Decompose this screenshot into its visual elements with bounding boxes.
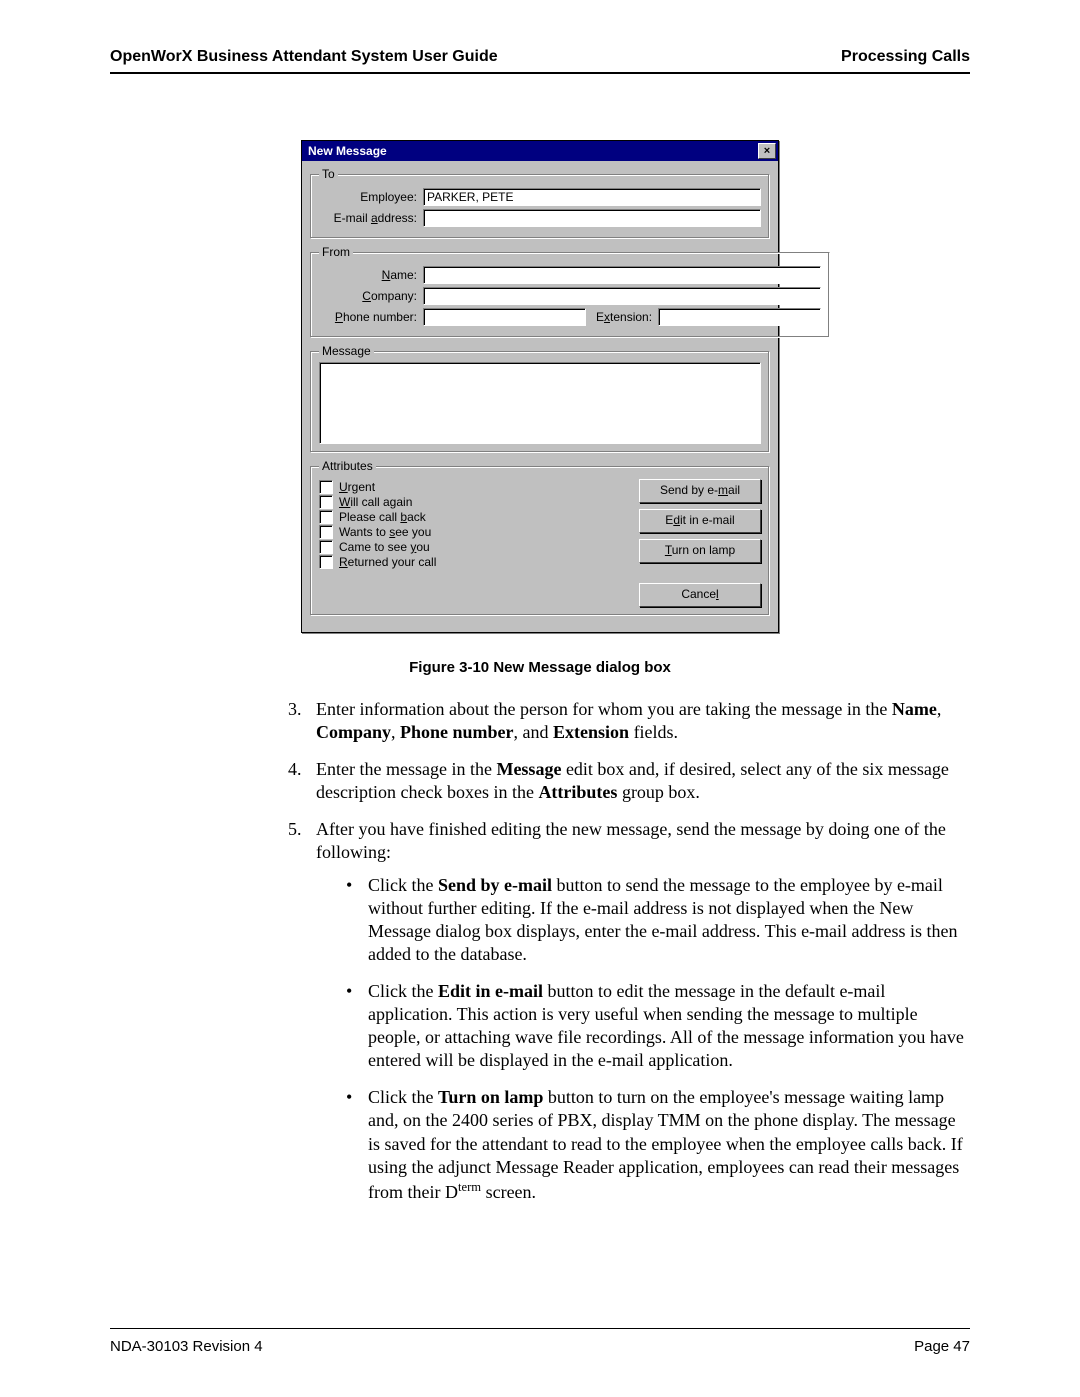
to-group: To Employee: E-mail address: — [310, 167, 770, 239]
to-legend: To — [319, 167, 338, 181]
name-field[interactable] — [423, 266, 821, 284]
urgent-label: Urgent — [339, 480, 375, 494]
email-field[interactable] — [423, 209, 761, 227]
came-see-label: Came to see you — [339, 540, 430, 554]
company-field[interactable] — [423, 287, 821, 305]
extension-label: Extension: — [586, 310, 658, 324]
wants-see-label: Wants to see you — [339, 525, 431, 539]
extension-field[interactable] — [658, 308, 821, 326]
attributes-group: Attributes Urgent Will call again Please… — [310, 459, 770, 616]
employee-field[interactable] — [423, 188, 761, 206]
phone-field[interactable] — [423, 308, 586, 326]
bullet-turn-lamp: Click the Turn on lamp button to turn on… — [344, 1086, 970, 1203]
email-label: E-mail address: — [319, 211, 423, 225]
message-textarea[interactable] — [319, 362, 761, 444]
came-see-checkbox[interactable] — [319, 540, 333, 554]
company-label: Company: — [319, 289, 423, 303]
bullet-send-email: Click the Send by e-mail button to send … — [344, 874, 970, 966]
cancel-button[interactable]: Cancel — [639, 583, 761, 607]
message-legend: Message — [319, 344, 374, 358]
wants-see-checkbox[interactable] — [319, 525, 333, 539]
will-call-label: Will call again — [339, 495, 412, 509]
titlebar: New Message × — [302, 141, 778, 161]
dialog-title: New Message — [308, 144, 387, 158]
call-back-checkbox[interactable] — [319, 510, 333, 524]
phone-label: Phone number: — [319, 310, 423, 324]
message-group: Message — [310, 344, 770, 453]
footer-left: NDA-30103 Revision 4 — [110, 1338, 263, 1355]
header-right: Processing Calls — [841, 48, 970, 66]
from-legend: From — [319, 245, 353, 259]
from-group: From Name: Company: Phone number: Extens… — [310, 245, 830, 338]
body-text: Enter information about the person for w… — [288, 698, 970, 1204]
turn-on-lamp-button[interactable]: Turn on lamp — [639, 539, 761, 563]
step-3: Enter information about the person for w… — [288, 698, 970, 744]
call-back-label: Please call back — [339, 510, 426, 524]
new-message-dialog: New Message × To Employee: E-mail addres… — [301, 140, 779, 633]
footer-right: Page 47 — [914, 1338, 970, 1355]
returned-call-checkbox[interactable] — [319, 555, 333, 569]
name-label: Name: — [319, 268, 423, 282]
edit-email-button[interactable]: Edit in e-mail — [639, 509, 761, 533]
returned-call-label: Returned your call — [339, 555, 436, 569]
step-4: Enter the message in the Message edit bo… — [288, 758, 970, 804]
step-5: After you have finished editing the new … — [288, 818, 970, 1203]
header-left: OpenWorX Business Attendant System User … — [110, 48, 498, 66]
attributes-legend: Attributes — [319, 459, 376, 473]
employee-label: Employee: — [319, 190, 423, 204]
close-icon[interactable]: × — [758, 143, 776, 159]
bullet-edit-email: Click the Edit in e-mail button to edit … — [344, 980, 970, 1072]
footer-rule — [110, 1328, 970, 1329]
figure-caption: Figure 3-10 New Message dialog box — [110, 659, 970, 676]
will-call-checkbox[interactable] — [319, 495, 333, 509]
send-email-button[interactable]: Send by e-mail — [639, 479, 761, 503]
urgent-checkbox[interactable] — [319, 480, 333, 494]
